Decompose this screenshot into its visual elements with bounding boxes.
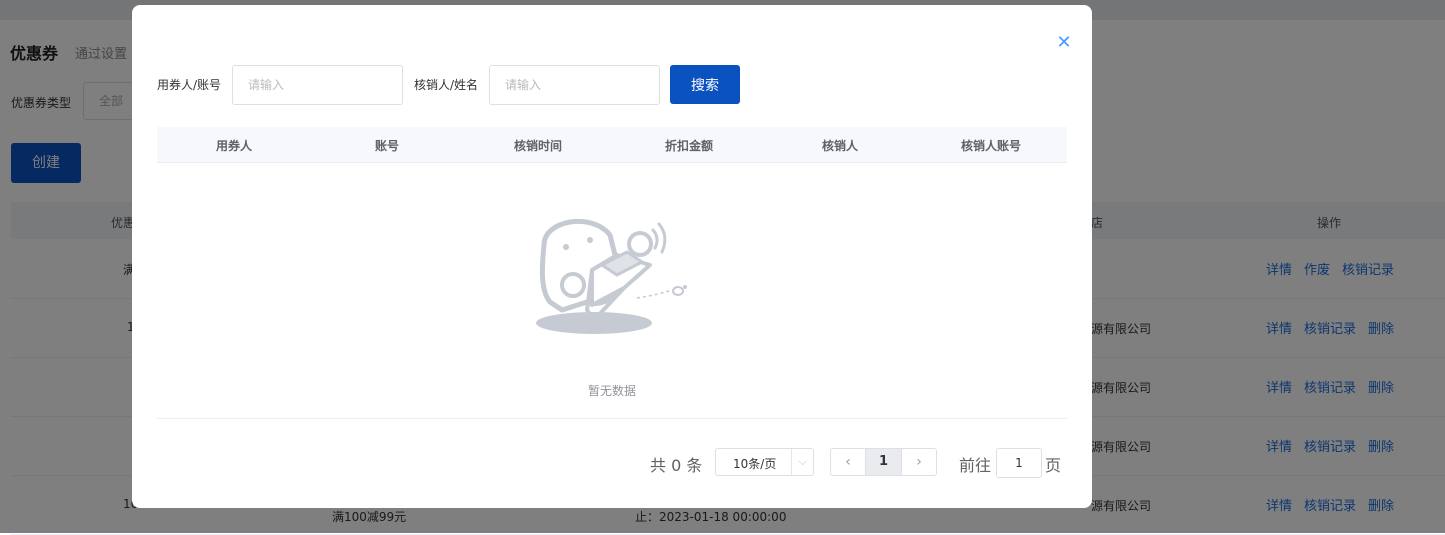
table-divider — [157, 418, 1067, 419]
user-account-label: 用券人/账号 — [157, 78, 222, 92]
column-discount-amount: 折扣金额 — [664, 139, 713, 153]
verify-record-dialog: ✕ 用券人/账号 核销人/姓名 搜索 用券人 账号 核销时间 折扣金额 核销人 … — [132, 5, 1092, 508]
page-suffix-label: 页 — [1045, 456, 1062, 475]
page-size-value: 10条/页 — [733, 457, 777, 471]
goto-label: 前往 — [959, 456, 992, 475]
page-number-current[interactable]: 1 — [865, 448, 902, 476]
search-button[interactable]: 搜索 — [670, 65, 740, 104]
empty-state-illustration — [532, 210, 697, 340]
goto-page-input[interactable] — [996, 448, 1042, 478]
verifier-name-input[interactable] — [489, 65, 660, 105]
records-table-header: 用券人 账号 核销时间 折扣金额 核销人 核销人账号 — [157, 127, 1067, 163]
close-icon[interactable]: ✕ — [1056, 34, 1072, 52]
column-user: 用券人 — [215, 139, 252, 153]
user-account-input[interactable] — [232, 65, 403, 105]
next-page-button[interactable]: › — [901, 448, 937, 476]
page-size-select[interactable]: 10条/页 ⌵ — [715, 448, 814, 476]
column-verifier: 核销人 — [821, 139, 858, 153]
empty-state-text: 暂无数据 — [587, 384, 636, 398]
prev-page-button[interactable]: ‹ — [830, 448, 866, 476]
chevron-right-icon: › — [916, 454, 922, 470]
chevron-left-icon: ‹ — [845, 454, 851, 470]
column-account: 账号 — [374, 139, 399, 153]
verifier-name-label: 核销人/姓名 — [414, 78, 479, 92]
chevron-down-icon: ⌵ — [791, 449, 813, 475]
pagination-total: 共 0 条 — [650, 456, 703, 475]
column-verify-time: 核销时间 — [513, 139, 562, 153]
column-verifier-account: 核销人账号 — [960, 139, 1021, 153]
